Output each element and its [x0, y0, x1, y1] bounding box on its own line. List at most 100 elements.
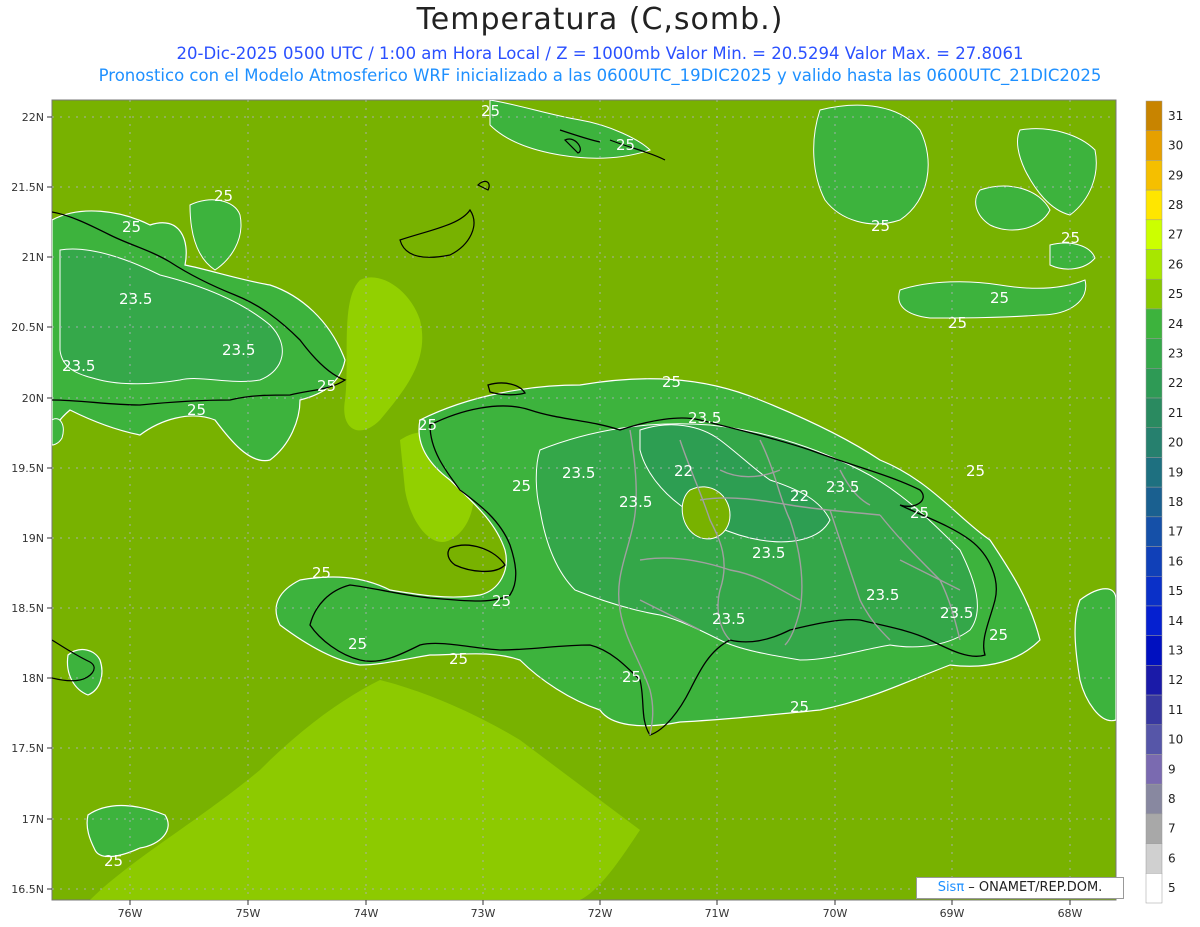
colorbar-swatch [1145, 783, 1163, 815]
contour-label: 25 [104, 852, 123, 870]
contour-label: 25 [317, 377, 336, 395]
colorbar-label: 29 [1168, 168, 1183, 182]
lon-label: 73W [471, 907, 496, 920]
colorbar-label: 7 [1168, 822, 1176, 836]
contour-label: 25 [871, 217, 890, 235]
contour-label: 25 [418, 416, 437, 434]
colorbar-swatch [1145, 457, 1163, 488]
colorbar-swatch [1145, 665, 1163, 696]
colorbar-swatch [1145, 843, 1163, 874]
colorbar-label: 5 [1168, 881, 1176, 895]
latitude-ticks [47, 116, 52, 890]
lat-label: 16.5N [11, 883, 44, 896]
colorbar-swatch [1145, 308, 1163, 339]
contour-label: 25 [492, 592, 511, 610]
contour-label: 25 [449, 650, 468, 668]
lat-label: 18N [22, 672, 44, 685]
colorbar-label: 14 [1168, 614, 1183, 628]
colorbar-label: 18 [1168, 495, 1183, 509]
colorbar-swatch [1145, 605, 1163, 636]
contour-label: 25 [622, 668, 641, 686]
temperature-map: 25 25 25 25 25 25 25 25 23.5 23.5 23.5 2… [11, 99, 1183, 920]
contour-label: 25 [312, 564, 331, 582]
colorbar-swatch [1145, 754, 1163, 785]
colorbar-swatch [1145, 873, 1163, 904]
lon-label: 71W [705, 907, 730, 920]
lon-label: 72W [588, 907, 613, 920]
colorbar-label: 19 [1168, 465, 1183, 479]
latitude-labels: 22N 21.5N 21N 20.5N 20N 19.5N 19N 18.5N … [11, 111, 44, 896]
lat-label: 19.5N [11, 462, 44, 475]
lon-label: 70W [823, 907, 848, 920]
contour-label: 23.5 [222, 341, 255, 359]
contour-label: 25 [481, 102, 500, 120]
contour-label: 23.5 [619, 493, 652, 511]
longitude-labels: 76W 75W 74W 73W 72W 71W 70W 69W 68W [118, 907, 1083, 920]
lat-label: 18.5N [11, 602, 44, 615]
colorbar-swatch [1145, 486, 1163, 518]
colorbar-swatch [1145, 100, 1163, 131]
lon-label: 76W [118, 907, 143, 920]
contour-label: 25 [187, 401, 206, 419]
contour-label: 22 [790, 487, 809, 505]
lat-label: 21N [22, 251, 44, 264]
colorbar-swatch [1145, 813, 1163, 844]
contour-label: 23.5 [562, 464, 595, 482]
lat-label: 17.5N [11, 742, 44, 755]
colorbar-label: 11 [1168, 703, 1183, 717]
lat-label: 22N [22, 111, 44, 124]
colorbar-label: 10 [1168, 733, 1183, 747]
contour-label: 25 [662, 373, 681, 391]
colorbar-label: 24 [1168, 317, 1183, 331]
contour-label: 23.5 [62, 357, 95, 375]
lat-label: 21.5N [11, 181, 44, 194]
credit-text: – ONAMET/REP.DOM. [964, 880, 1103, 895]
colorbar-label: 8 [1168, 792, 1176, 806]
credit-sis: Sisπ [937, 880, 965, 895]
colorbar-label: 12 [1168, 673, 1183, 687]
colorbar-swatch [1145, 397, 1163, 428]
colorbar-label: 20 [1168, 436, 1183, 450]
contour-label: 25 [966, 462, 985, 480]
colorbar-swatch [1145, 546, 1163, 577]
colorbar-label: 15 [1168, 584, 1183, 598]
colorbar-swatch [1145, 694, 1163, 726]
colorbar-label: 30 [1168, 139, 1183, 153]
colorbar-swatch [1145, 576, 1163, 607]
contour-label: 23.5 [866, 586, 899, 604]
colorbar-label: 13 [1168, 644, 1183, 658]
contour-label: 25 [122, 218, 141, 236]
contour-label: 25 [790, 698, 809, 716]
colorbar-label: 21 [1168, 406, 1183, 420]
colorbar-swatch [1145, 249, 1163, 280]
lat-label: 19N [22, 532, 44, 545]
colorbar-label: 26 [1168, 257, 1183, 271]
contour-label: 25 [512, 477, 531, 495]
colorbar-swatch [1145, 368, 1163, 399]
contour-label: 25 [910, 504, 929, 522]
lat-label: 17N [22, 813, 44, 826]
contour-label: 25 [348, 635, 367, 653]
contour-label: 25 [990, 289, 1009, 307]
colorbar-label: 28 [1168, 198, 1183, 212]
colorbar-swatch [1145, 219, 1163, 250]
lon-label: 69W [940, 907, 965, 920]
colorbar-swatch [1145, 160, 1163, 191]
colorbar-swatch [1145, 516, 1163, 547]
contour-label: 23.5 [712, 610, 745, 628]
contour-label: 23.5 [940, 604, 973, 622]
colorbar-swatch [1145, 427, 1163, 458]
contour-label: 23.5 [826, 478, 859, 496]
contour-label: 23.5 [688, 409, 721, 427]
colorbar-label: 9 [1168, 762, 1176, 776]
colorbar-label: 27 [1168, 228, 1183, 242]
colorbar-swatch [1145, 338, 1163, 369]
colorbar-label: 22 [1168, 376, 1183, 390]
contour-label: 23.5 [119, 290, 152, 308]
contour-label: 25 [214, 187, 233, 205]
colorbar-swatch [1145, 278, 1163, 310]
lat-label: 20N [22, 392, 44, 405]
lon-label: 74W [354, 907, 379, 920]
contour-label: 23.5 [752, 544, 785, 562]
colorbar-label: 25 [1168, 287, 1183, 301]
